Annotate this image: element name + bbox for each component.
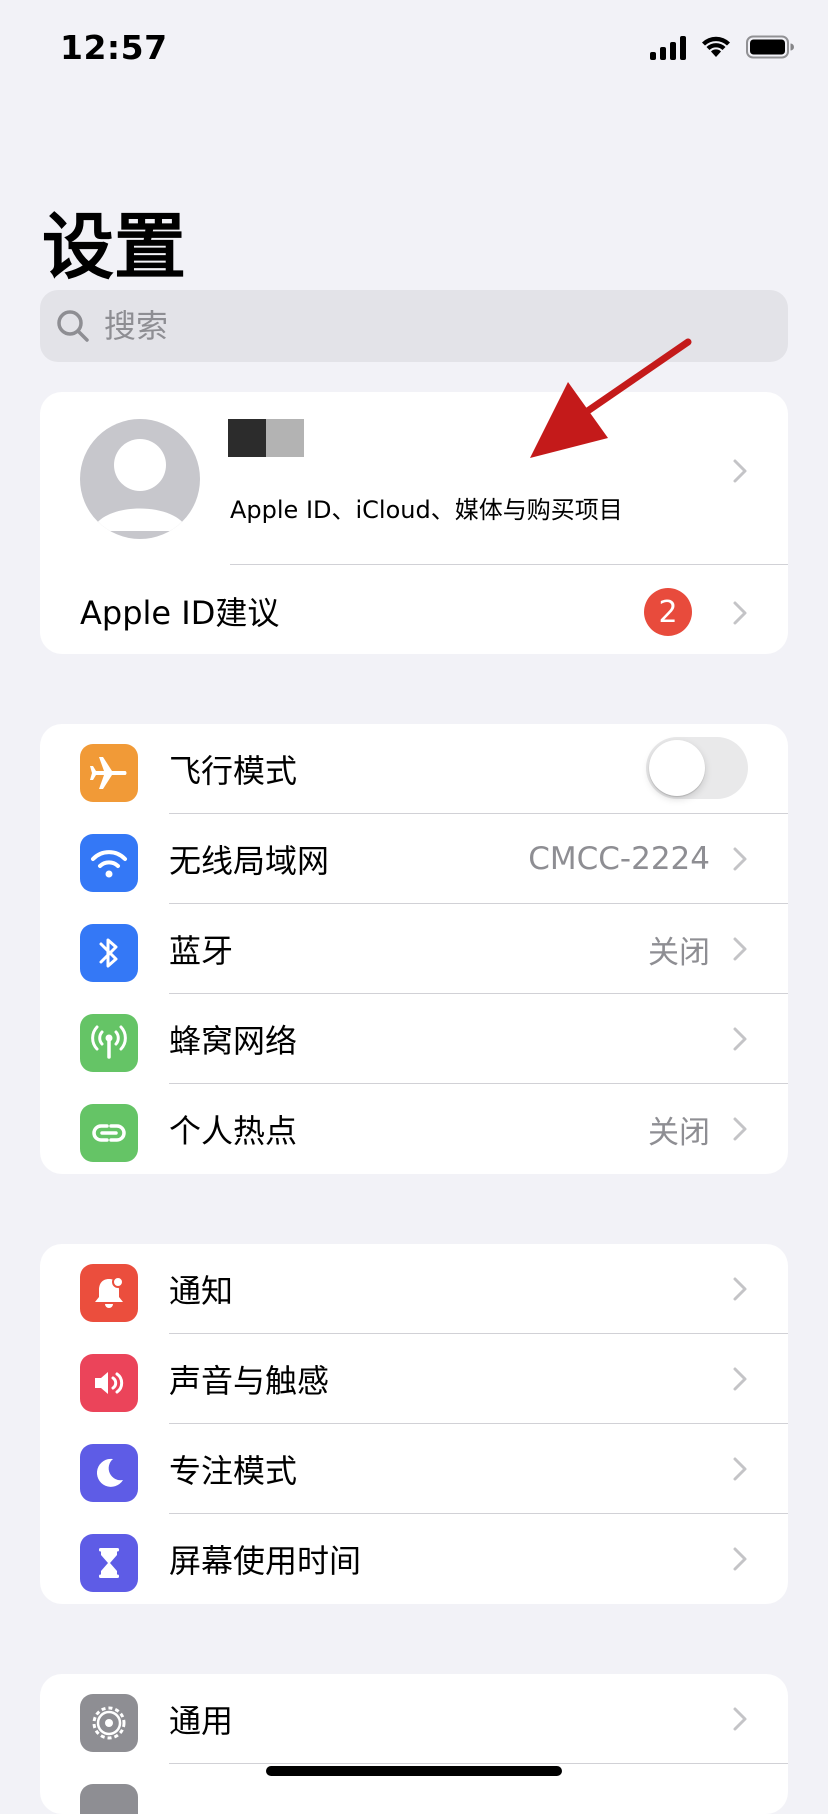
speaker-icon — [80, 1354, 138, 1412]
row-bluetooth[interactable]: 蓝牙 关闭 — [40, 904, 788, 994]
row-focus[interactable]: 专注模式 — [40, 1424, 788, 1514]
general-group: 通用 — [40, 1674, 788, 1814]
row-label: 专注模式 — [169, 1452, 298, 1490]
page-title: 设置 — [42, 205, 187, 289]
chevron-right-icon — [733, 1707, 747, 1731]
chevron-right-icon — [733, 937, 747, 961]
row-value: 关闭 — [648, 1114, 710, 1151]
bluetooth-icon — [80, 924, 138, 982]
battery-icon — [746, 35, 794, 59]
gear-icon — [80, 1694, 138, 1752]
search-icon — [57, 310, 89, 342]
chevron-right-icon — [733, 1027, 747, 1051]
row-label: 飞行模式 — [169, 752, 298, 790]
chevron-right-icon — [733, 1457, 747, 1481]
chevron-right-icon — [733, 847, 747, 871]
row-label: 屏幕使用时间 — [169, 1542, 362, 1580]
avatar — [80, 419, 200, 539]
annotation-arrow-icon — [530, 338, 692, 458]
person-icon — [92, 439, 188, 531]
row-airplane-mode[interactable]: 飞行模式 — [40, 724, 788, 814]
home-indicator[interactable] — [266, 1766, 562, 1776]
toggle-knob — [649, 740, 705, 796]
antenna-icon — [80, 1014, 138, 1072]
hourglass-icon — [80, 1534, 138, 1592]
row-label: 无线局域网 — [169, 842, 330, 880]
moon-icon — [80, 1444, 138, 1502]
row-label: 个人热点 — [169, 1112, 298, 1150]
row-sounds-haptics[interactable]: 声音与触感 — [40, 1334, 788, 1424]
row-general[interactable]: 通用 — [40, 1674, 788, 1764]
row-cellular[interactable]: 蜂窝网络 — [40, 994, 788, 1084]
row-screen-time[interactable]: 屏幕使用时间 — [40, 1514, 788, 1604]
chevron-right-icon — [733, 1547, 747, 1571]
row-label: 通知 — [169, 1272, 234, 1310]
chevron-right-icon — [733, 459, 747, 483]
profile-subtitle: Apple ID、iCloud、媒体与购买项目 — [230, 496, 623, 524]
status-icons — [650, 34, 794, 60]
settings-icon — [80, 1784, 138, 1814]
notification-badge: 2 — [644, 588, 692, 636]
wifi-status-icon — [700, 35, 732, 59]
row-label: 声音与触感 — [169, 1362, 330, 1400]
row-personal-hotspot[interactable]: 个人热点 关闭 — [40, 1084, 788, 1174]
row-notifications[interactable]: 通知 — [40, 1244, 788, 1334]
status-bar: 12:57 — [0, 0, 828, 100]
airplane-mode-toggle[interactable] — [646, 737, 748, 799]
row-wifi[interactable]: 无线局域网 CMCC-2224 — [40, 814, 788, 904]
divider — [230, 564, 788, 565]
chevron-right-icon — [733, 1277, 747, 1301]
connectivity-group: 飞行模式 无线局域网 CMCC-2224 蓝牙 关闭 蜂窝网络 个人热点 关闭 — [40, 724, 788, 1174]
status-time: 12:57 — [60, 28, 168, 67]
row-value: 关闭 — [648, 934, 710, 971]
notifications-group: 通知 声音与触感 专注模式 屏幕使用时间 — [40, 1244, 788, 1604]
row-label: 通用 — [169, 1702, 234, 1740]
hotspot-icon — [80, 1104, 138, 1162]
apple-id-suggestions[interactable]: Apple ID建议 — [80, 588, 279, 634]
cellular-signal-icon — [650, 34, 686, 60]
row-value: CMCC-2224 — [528, 841, 710, 877]
wifi-icon — [80, 834, 138, 892]
redacted-name — [228, 419, 304, 457]
chevron-right-icon — [733, 1117, 747, 1141]
row-label: 蓝牙 — [169, 932, 234, 970]
bell-icon — [80, 1264, 138, 1322]
chevron-right-icon — [733, 1367, 747, 1391]
row-label: 蜂窝网络 — [169, 1022, 298, 1060]
chevron-right-icon — [733, 601, 747, 625]
airplane-icon — [80, 744, 138, 802]
